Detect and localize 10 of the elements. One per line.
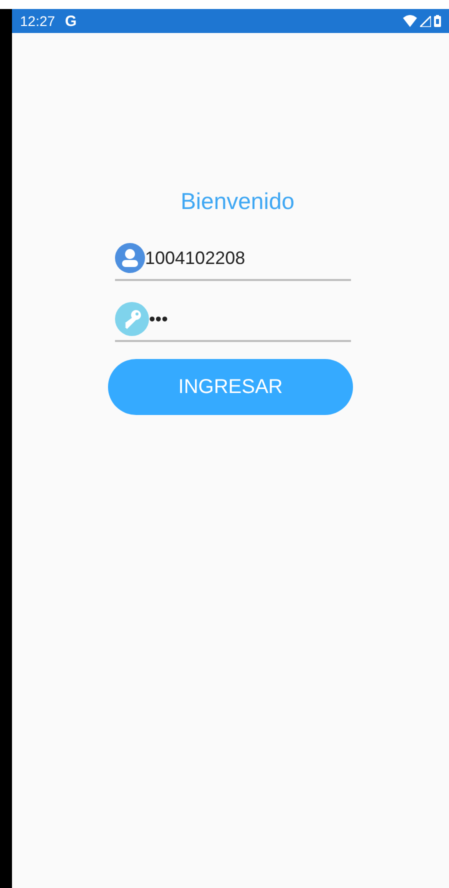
user-icon	[115, 243, 145, 273]
status-time: 12:27	[20, 13, 56, 29]
notification-letter: G	[65, 12, 77, 30]
wifi-icon	[403, 15, 417, 27]
password-field[interactable]: •••	[149, 308, 168, 330]
username-field[interactable]: 1004102208	[145, 248, 246, 268]
battery-icon	[434, 15, 441, 27]
key-icon	[115, 302, 149, 336]
signal-icon	[420, 16, 431, 26]
welcome-title: Bienvenido	[180, 188, 294, 215]
